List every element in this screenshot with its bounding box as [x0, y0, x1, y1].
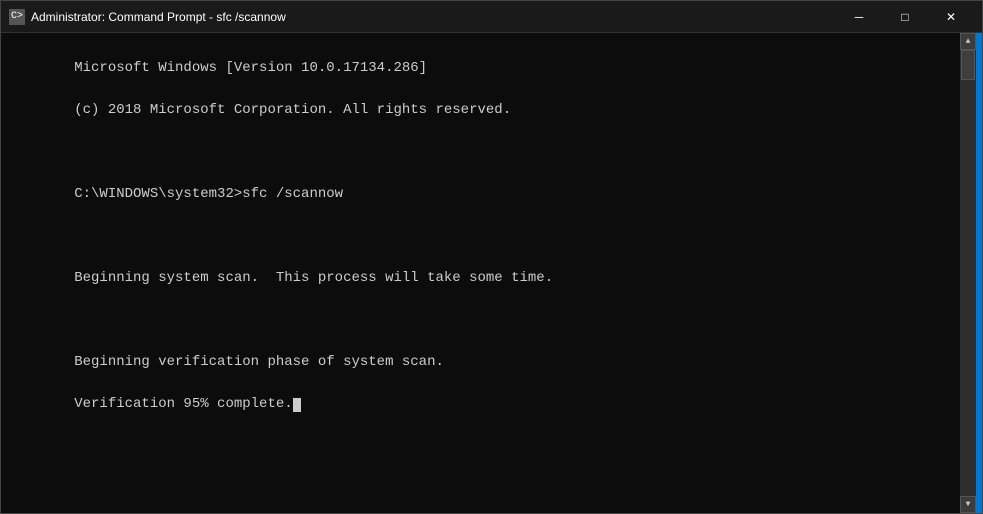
window: C> Administrator: Command Prompt - sfc /… — [0, 0, 983, 514]
line-2: (c) 2018 Microsoft Corporation. All righ… — [74, 102, 511, 118]
line-9: Verification 95% complete. — [74, 396, 300, 412]
line-8: Beginning verification phase of system s… — [74, 354, 444, 370]
content-area: Microsoft Windows [Version 10.0.17134.28… — [1, 33, 982, 513]
line-1: Microsoft Windows [Version 10.0.17134.28… — [74, 60, 427, 76]
app-icon: C> — [9, 9, 25, 25]
scroll-down-button[interactable]: ▼ — [960, 496, 976, 513]
terminal-output: Microsoft Windows [Version 10.0.17134.28… — [7, 37, 954, 436]
titlebar: C> Administrator: Command Prompt - sfc /… — [1, 1, 982, 33]
scrollbar-track[interactable] — [960, 50, 976, 496]
line-4: C:\WINDOWS\system32>sfc /scannow — [74, 186, 343, 202]
maximize-button[interactable]: □ — [882, 1, 928, 33]
scrollbar-thumb[interactable] — [961, 50, 975, 80]
window-title: Administrator: Command Prompt - sfc /sca… — [31, 10, 836, 24]
titlebar-controls: ─ □ ✕ — [836, 1, 974, 33]
terminal[interactable]: Microsoft Windows [Version 10.0.17134.28… — [1, 33, 960, 513]
sidebar-accent — [976, 33, 982, 513]
scrollbar[interactable]: ▲ ▼ — [960, 33, 976, 513]
minimize-button[interactable]: ─ — [836, 1, 882, 33]
cursor — [293, 398, 301, 412]
line-6: Beginning system scan. This process will… — [74, 270, 553, 286]
scroll-up-button[interactable]: ▲ — [960, 33, 976, 50]
close-button[interactable]: ✕ — [928, 1, 974, 33]
